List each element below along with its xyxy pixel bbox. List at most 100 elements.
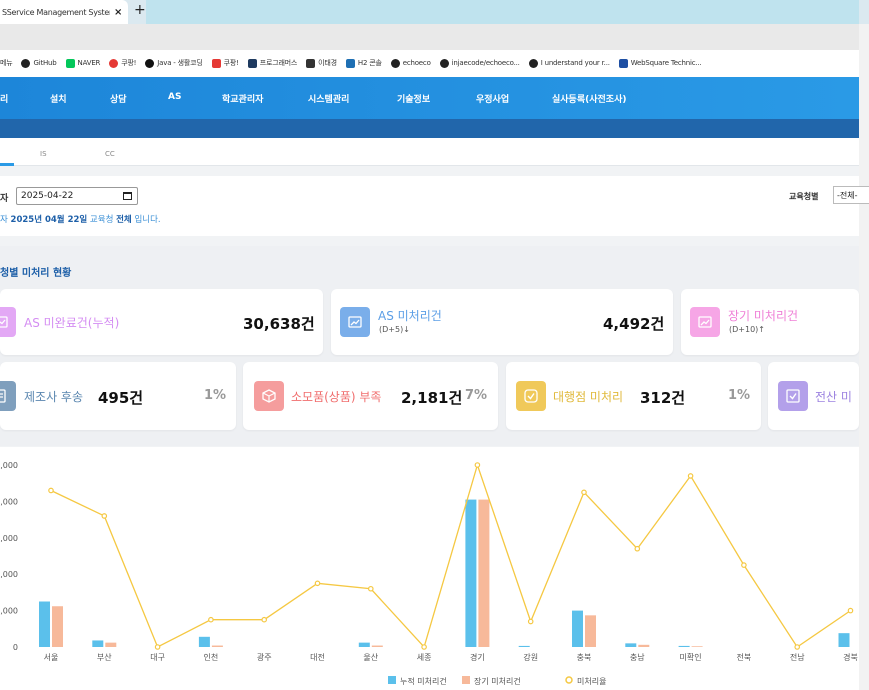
line-rate-point xyxy=(527,618,534,625)
bookmark-label: Java - 생활코딩 xyxy=(157,59,203,67)
x-tick-label: 서울 xyxy=(44,653,59,662)
nav-item-system-admin[interactable]: 시스템관리 xyxy=(308,92,349,105)
bookmark-label: I understand your r... xyxy=(540,59,610,67)
card-value: 495건 xyxy=(98,389,144,407)
document-icon xyxy=(0,381,16,411)
bookmark-item[interactable]: injaecode/echoeco... xyxy=(439,58,520,68)
card-percent: 7% xyxy=(465,388,488,403)
bar-long-term xyxy=(638,644,650,647)
tab-cc[interactable]: CC xyxy=(105,150,115,158)
card-manufacturer[interactable]: 제조사 후송 495건 1% xyxy=(0,362,236,430)
check-icon xyxy=(516,381,546,411)
info-scope: 전체 xyxy=(116,215,132,225)
nav-item-consult[interactable]: 상담 xyxy=(110,92,127,105)
card-label: AS 미처리건 xyxy=(378,309,442,323)
browser-tab[interactable]: SService Management System × xyxy=(0,0,128,24)
chart-up-icon xyxy=(0,307,16,337)
nav-item-postal[interactable]: 우정사업 xyxy=(476,92,509,105)
card-it[interactable]: 전산 미 xyxy=(768,362,859,430)
line-rate-point xyxy=(421,644,427,650)
nav-item-as[interactable]: AS xyxy=(168,92,181,102)
bookmark-item[interactable]: Java - 생활코딩 xyxy=(145,58,203,68)
section-title: 청별 미처리 현황 xyxy=(0,268,72,279)
bookmark-icon xyxy=(145,58,155,68)
bar-cumulative xyxy=(838,633,850,647)
line-rate-point xyxy=(154,644,161,650)
nav-item-tech-info[interactable]: 기술정보 xyxy=(397,92,430,105)
bar-long-term xyxy=(211,645,223,647)
bookmark-item[interactable]: H2 콘솔 xyxy=(345,58,382,68)
x-tick-label: 부산 xyxy=(97,652,112,662)
y-tick-label: 0 xyxy=(13,643,18,652)
legend-label: 장기 미처리건 xyxy=(474,676,521,686)
bookmark-item[interactable]: echoeco xyxy=(390,58,431,68)
bar-long-term xyxy=(52,606,63,647)
bookmark-icon xyxy=(345,58,355,68)
card-as-incomplete[interactable]: AS 미완료건(누적) 30,638건 xyxy=(0,289,323,355)
y-tick-label: ,000 xyxy=(0,534,18,543)
tab-is[interactable]: IS xyxy=(40,150,47,158)
bookmark-icon xyxy=(65,58,75,68)
bar-cumulative xyxy=(358,642,370,647)
nav-item-management[interactable]: 리 xyxy=(0,92,8,105)
bookmark-item[interactable]: 메뉴 xyxy=(0,58,13,68)
bar-cumulative xyxy=(572,610,583,647)
bookmark-label: echoeco xyxy=(402,59,431,67)
date-value: 2025-04-22 xyxy=(21,191,74,201)
info-date: 2025년 04월 22일 xyxy=(10,215,88,225)
line-rate-point xyxy=(687,473,694,479)
line-rate-point xyxy=(741,562,747,568)
bar-long-term xyxy=(105,642,117,647)
nav-item-install[interactable]: 설치 xyxy=(50,92,67,105)
bookmark-item[interactable]: 쿠팡! xyxy=(109,58,136,68)
line-rate-point xyxy=(847,607,854,614)
new-tab-button[interactable]: + xyxy=(134,2,146,18)
card-percent: 1% xyxy=(728,388,751,403)
bookmark-label: 쿠팡! xyxy=(223,59,239,67)
bookmark-item[interactable]: 이태경 xyxy=(306,58,337,68)
date-input[interactable]: 2025-04-22 xyxy=(16,187,138,205)
card-consumables[interactable]: 소모품(상품) 부족 2,181건 7% xyxy=(243,362,498,430)
bookmark-icon xyxy=(618,58,628,68)
date-label: 자 xyxy=(0,194,9,204)
address-bar[interactable] xyxy=(0,24,859,50)
info-mid: 교육청 xyxy=(87,215,117,225)
card-value: 4,492건 xyxy=(603,315,665,333)
edu-office-select[interactable]: -전체- xyxy=(833,186,869,204)
card-label: 제조사 후송 xyxy=(24,390,84,404)
nav-item-site-survey[interactable]: 실사등록(사전조사) xyxy=(552,92,626,105)
x-tick-label: 경북 xyxy=(843,652,858,662)
calendar-icon[interactable] xyxy=(123,192,132,200)
bookmark-item[interactable]: I understand your r... xyxy=(528,58,610,68)
card-label: 전산 미 xyxy=(815,390,852,404)
x-tick-label: 울산 xyxy=(363,652,378,662)
card-agency[interactable]: 대행점 미처리 312건 1% xyxy=(506,362,761,430)
x-tick-label: 강원 xyxy=(523,652,538,662)
x-tick-label: 충북 xyxy=(577,653,592,662)
bookmark-item[interactable]: GitHub xyxy=(21,58,57,68)
bookmark-icon xyxy=(390,58,400,68)
card-as-unprocessed[interactable]: AS 미처리건 (D+5)↓ 4,492건 xyxy=(331,289,673,355)
box-icon xyxy=(254,381,284,411)
chart-up-icon xyxy=(690,307,720,337)
bookmark-item[interactable]: NAVER xyxy=(65,58,101,68)
bookmark-icon xyxy=(109,58,119,68)
bookmark-item[interactable]: 프로그래머스 xyxy=(247,58,297,68)
info-prefix: 자 xyxy=(0,215,11,225)
close-icon[interactable]: × xyxy=(114,7,122,18)
card-long-term[interactable]: 장기 미처리건 (D+10)↑ xyxy=(681,289,859,355)
main-nav: 리 설치 상담 AS 학교관리자 시스템관리 기술정보 우정사업 실사등록(사전… xyxy=(0,77,859,119)
bar-cumulative xyxy=(39,601,50,647)
bar-cumulative xyxy=(92,640,104,647)
line-rate-point xyxy=(314,580,321,587)
scrollbar[interactable] xyxy=(859,24,869,690)
nav-item-school-admin[interactable]: 학교관리자 xyxy=(222,92,263,105)
line-rate xyxy=(50,462,851,649)
bookmark-item[interactable]: WebSquare Technic... xyxy=(618,58,702,68)
card-label: AS 미완료건(누적) xyxy=(24,316,120,330)
bookmark-item[interactable]: 쿠팡! xyxy=(211,58,239,68)
bookmark-icon xyxy=(528,58,538,68)
bookmark-label: GitHub xyxy=(33,59,57,67)
bar-cumulative xyxy=(625,643,637,647)
bookmark-label: NAVER xyxy=(77,59,101,67)
